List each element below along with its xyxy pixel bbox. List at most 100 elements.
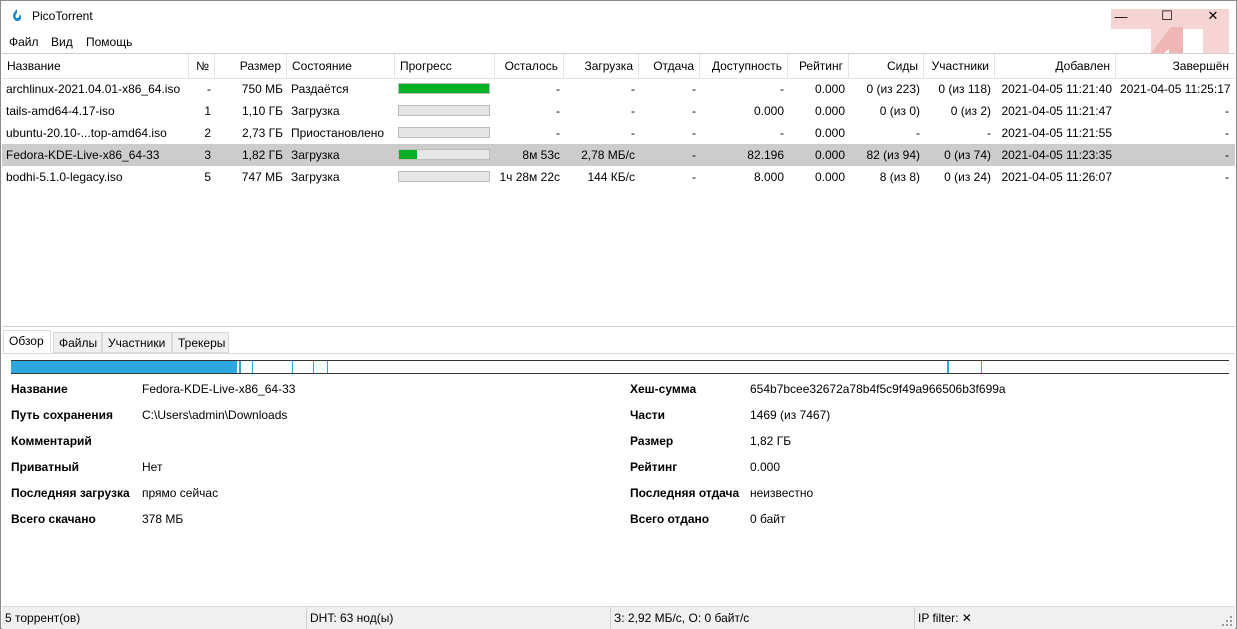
tab-overview[interactable]: Обзор [3,330,51,353]
torrent-list-header: Название № Размер Состояние Прогресс Ост… [2,54,1235,79]
cell-upload: - [692,104,696,118]
piece-block [947,361,949,373]
cell-added: 2021-04-05 11:21:55 [1001,126,1112,140]
col-header-added[interactable]: Добавлен [995,54,1116,78]
cell-size: 2,73 ГБ [241,126,283,140]
cell-seeds: - [916,126,920,140]
cell-num: - [207,82,211,96]
detail-label: Название [11,382,68,396]
torrent-row[interactable]: archlinux-2021.04.01-x86_64.iso - 750 МБ Ра… [2,78,1235,100]
col-header-progress[interactable]: Прогресс [395,54,495,78]
menu-file[interactable]: Файл [9,35,39,49]
cell-added: 2021-04-05 11:21:47 [1001,104,1112,118]
cell-ratio: 0.000 [814,170,845,184]
detail-value: C:\Users\admin\Downloads [142,408,288,422]
torrent-list[interactable]: Название № Размер Состояние Прогресс Ост… [2,53,1235,327]
cell-eta: 1ч 28м 22с [499,170,560,184]
progress-bar [398,127,490,138]
cell-name: Fedora-KDE-Live-x86_64-33 [6,148,160,162]
cell-state: Загрузка [291,170,340,184]
torrent-row[interactable]: Fedora-KDE-Live-x86_64-33 3 1,82 ГБ Загрузк… [2,144,1235,166]
piece-block [252,361,253,373]
maximize-button[interactable]: ☐ [1144,1,1190,31]
col-header-eta[interactable]: Осталось [495,54,564,78]
pieces-bar [11,360,1229,374]
cell-added: 2021-04-05 11:23:35 [1001,148,1112,162]
menu-view[interactable]: Вид [51,35,73,49]
cell-availability: - [780,126,784,140]
progress-bar [398,171,490,182]
detail-label: Рейтинг [630,460,678,474]
close-button[interactable]: ✕ [1190,1,1236,31]
cell-completed: - [1225,126,1229,140]
cell-seeds: 8 (из 8) [879,170,920,184]
cell-size: 747 МБ [241,170,283,184]
col-header-ratio[interactable]: Рейтинг [788,54,849,78]
cell-eta: - [556,82,560,96]
cell-ratio: 0.000 [814,126,845,140]
cell-num: 5 [204,170,211,184]
progress-bar [398,83,490,94]
progress-fill [399,150,417,159]
cell-state: Загрузка [291,148,340,162]
torrent-row[interactable]: tails-amd64-4.17-iso 1 1,10 ГБ Загрузка - - - 0… [2,100,1235,122]
status-torrent-count: 5 торрент(ов) [2,607,307,629]
cell-seeds: 0 (из 223) [866,82,920,96]
status-dht: DHT: 63 нод(ы) [307,607,611,629]
cell-download: - [631,82,635,96]
cell-download: - [631,126,635,140]
overview-panel: Название Fedora-KDE-Live-x86_64-33 Путь со… [2,353,1235,606]
cell-completed: - [1225,148,1229,162]
piece-block [313,361,314,373]
tab-peers[interactable]: Участники [102,332,172,353]
minimize-button[interactable]: — [1098,1,1144,31]
cell-peers: - [987,126,991,140]
detail-value: неизвестно [750,486,814,500]
detail-value: 1469 (из 7467) [750,408,831,422]
resize-grip-icon[interactable] [1222,616,1232,626]
col-header-download[interactable]: Загрузка [564,54,639,78]
cell-size: 750 МБ [241,82,283,96]
cell-completed: 2021-04-05 11:25:17 [1120,82,1231,96]
piece-block [11,361,237,373]
title-bar[interactable]: PicoTorrent — ☐ ✕ [1,1,1236,131]
cell-ratio: 0.000 [814,104,845,118]
cell-download: - [631,104,635,118]
cell-num: 1 [204,104,211,118]
torrent-row[interactable]: ubuntu-20.10-...top-amd64.iso 2 2,73 ГБ При… [2,122,1235,144]
status-bar: 5 торрент(ов) DHT: 63 нод(ы) З: 2,92 МБ/… [2,606,1235,629]
cell-download: 2,78 МБ/с [581,148,635,162]
col-header-num[interactable]: № [189,54,215,78]
detail-label: Всего отдано [630,512,710,526]
window-title: PicoTorrent [32,9,93,23]
detail-label: Путь сохранения [11,408,113,422]
cell-added: 2021-04-05 11:26:07 [1001,170,1112,184]
cell-eta: 8м 53с [522,148,560,162]
detail-label: Последняя отдача [630,486,740,500]
detail-label: Части [630,408,666,422]
tab-files[interactable]: Файлы [53,332,102,353]
cell-num: 2 [204,126,211,140]
col-header-peers[interactable]: Участники [924,54,995,78]
cell-upload: - [692,170,696,184]
piece-block [292,361,293,373]
col-header-completed[interactable]: Завершён [1116,54,1234,78]
detail-value: 378 МБ [142,512,184,526]
col-header-name[interactable]: Название [2,54,189,78]
col-header-size[interactable]: Размер [215,54,287,78]
col-header-upload[interactable]: Отдача [639,54,700,78]
cell-num: 3 [204,148,211,162]
detail-value: 0.000 [750,460,781,474]
cell-name: archlinux-2021.04.01-x86_64.iso [6,82,181,96]
menu-help[interactable]: Помощь [86,35,132,49]
torrent-row[interactable]: bodhi-5.1.0-legacy.iso 5 747 МБ Загрузка 1ч … [2,166,1235,188]
cell-peers: 0 (из 118) [938,82,991,96]
menu-bar: Файл Вид Помощь [1,32,1236,52]
col-header-seeds[interactable]: Сиды [849,54,924,78]
cell-peers: 0 (из 24) [944,170,991,184]
col-header-state[interactable]: Состояние [287,54,395,78]
cell-eta: - [556,126,560,140]
tab-trackers[interactable]: Трекеры [172,332,229,353]
detail-label: Приватный [11,460,79,474]
col-header-availability[interactable]: Доступность [700,54,788,78]
